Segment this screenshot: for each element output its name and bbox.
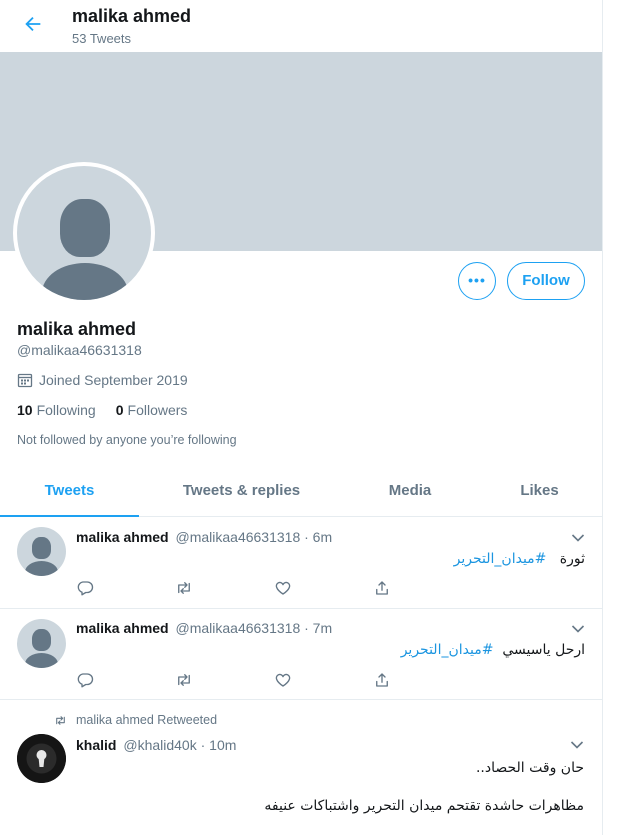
header-title: malika ahmed (72, 6, 192, 26)
heart-icon (275, 581, 291, 595)
tweet-actions (76, 579, 472, 597)
retweet-small-icon (56, 715, 65, 725)
reply-icon (77, 673, 94, 688)
tweet-avatar-khalid[interactable] (17, 734, 66, 783)
tweet-header: khalid @khalid40k · 10m (76, 737, 236, 753)
following-link[interactable]: 10 Following (17, 402, 96, 418)
share-icon (376, 673, 388, 687)
tweet-author-name[interactable]: malika ahmed (76, 620, 169, 636)
follow-button[interactable]: Follow (507, 262, 585, 300)
profile-handle: @malikaa46631318 (17, 342, 142, 358)
tweet-avatar[interactable] (17, 619, 66, 668)
retweet-label: malika ahmed Retweeted (54, 713, 217, 727)
tweet-item[interactable]: malika ahmed @malikaa46631318 · 7m ارحل … (0, 609, 602, 700)
chevron-down-icon[interactable] (571, 533, 585, 543)
keyhole-avatar-image (17, 734, 66, 783)
calendar-icon (17, 373, 33, 388)
more-options-button[interactable]: ••• (458, 262, 496, 300)
share-button[interactable] (373, 671, 472, 689)
profile-avatar[interactable] (13, 162, 155, 304)
chevron-down-icon[interactable] (570, 740, 584, 750)
hashtag-link[interactable]: #ميدان_التحرير (454, 551, 547, 567)
back-arrow-icon[interactable] (22, 13, 44, 35)
reply-button[interactable] (76, 671, 175, 689)
share-icon (376, 581, 388, 595)
tweet-actions (76, 671, 472, 689)
tab-media[interactable]: Media (344, 466, 476, 516)
like-button[interactable] (274, 671, 373, 689)
joined-date: Joined September 2019 (17, 372, 188, 388)
tweet-text: ثورة #ميدان_التحرير (453, 551, 585, 567)
share-button[interactable] (373, 579, 472, 597)
joined-text: Joined September 2019 (39, 372, 188, 388)
retweet-button[interactable] (175, 579, 274, 597)
reply-icon (77, 581, 94, 596)
tab-likes[interactable]: Likes (476, 466, 602, 516)
tab-tweets[interactable]: Tweets (0, 466, 139, 517)
profile-name: malika ahmed (17, 319, 137, 339)
tweet-meta: @malikaa46631318 · 6m (175, 529, 333, 545)
tweet-header: malika ahmed @malikaa46631318 · 7m (76, 620, 332, 636)
tab-tweets-replies[interactable]: Tweets & replies (139, 466, 344, 516)
tweet-author-name[interactable]: malika ahmed (76, 529, 169, 545)
profile-page: malika ahmed 53 Tweets ••• Follow malika… (0, 0, 603, 835)
follow-stats: 10 Following 0 Followers (17, 402, 187, 418)
profile-tabs: Tweets Tweets & replies Media Likes (0, 466, 602, 517)
hashtag-link[interactable]: #ميدان_التحرير (401, 642, 494, 658)
tweet-header: malika ahmed @malikaa46631318 · 6m (76, 529, 332, 545)
tweet-text: ارحل ياسيسي #ميدان_التحرير (400, 642, 585, 658)
retweet-icon (178, 582, 190, 594)
like-button[interactable] (274, 579, 373, 597)
followers-link[interactable]: 0 Followers (116, 402, 188, 418)
top-bar: malika ahmed 53 Tweets (0, 0, 602, 52)
tweet-meta: @khalid40k · 10m (123, 737, 237, 753)
reply-button[interactable] (76, 579, 175, 597)
tweet-text-line2: مظاهرات حاشدة تقتحم ميدان التحرير واشتبا… (264, 798, 584, 814)
retweet-icon (178, 674, 190, 686)
tweet-meta: @malikaa46631318 · 7m (175, 620, 333, 636)
chevron-down-icon[interactable] (571, 624, 585, 634)
tweet-author-name[interactable]: khalid (76, 737, 116, 753)
tweet-avatar[interactable] (17, 527, 66, 576)
heart-icon (275, 673, 291, 687)
header-tweet-count: 53 Tweets (72, 31, 132, 46)
tweet-text-line1: حان وقت الحصاد.. (475, 760, 584, 776)
tweet-item[interactable]: malika ahmed @malikaa46631318 · 6m ثورة … (0, 517, 602, 609)
retweet-button[interactable] (175, 671, 274, 689)
not-followed-note: Not followed by anyone you’re following (17, 433, 237, 447)
